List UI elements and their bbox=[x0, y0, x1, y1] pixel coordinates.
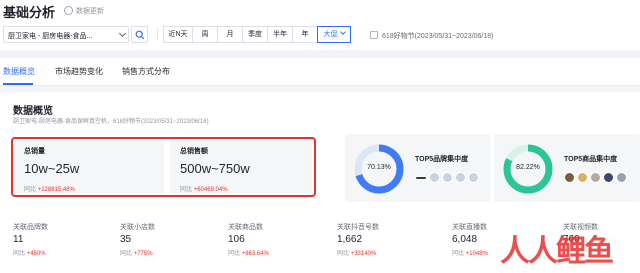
info-icon[interactable] bbox=[64, 6, 73, 15]
yoy-value: +128815.48% bbox=[37, 187, 75, 193]
brand-logo[interactable] bbox=[415, 176, 427, 180]
yoy-label: 同比 bbox=[13, 251, 26, 257]
metric-label: 关联品牌数 bbox=[13, 224, 48, 231]
yoy-label: 同比 bbox=[337, 251, 350, 257]
sales-amount-value: 500w~750w bbox=[180, 161, 250, 176]
metric-shop-count: 关联小店数 35 同比 +775% bbox=[120, 222, 226, 257]
yoy-label: 同比 bbox=[180, 187, 193, 193]
yoy-value: +33140% bbox=[350, 251, 377, 257]
yoy-value: +60469.04% bbox=[193, 187, 228, 193]
range-year[interactable]: 年 bbox=[292, 26, 318, 43]
brand-concentration-card: 70.13% TOP5品牌集中度 bbox=[345, 134, 491, 202]
tab-data-overview[interactable]: 数据概览 bbox=[3, 66, 35, 77]
sales-volume-yoy: 同比 +128815.48% bbox=[24, 184, 75, 193]
promo-checkbox[interactable] bbox=[370, 31, 378, 39]
range-recent-days[interactable]: 近N天 bbox=[163, 26, 193, 43]
sales-volume-card: 总销量 10w~25w 同比 +128815.48% bbox=[14, 140, 164, 194]
metric-value: 11 bbox=[13, 234, 24, 245]
category-select[interactable]: 厨卫家电 - 厨房电器-食品... bbox=[3, 26, 129, 43]
product-concentration-card: 82.22% TOP5商品集中度 bbox=[494, 134, 640, 202]
sales-amount-card: 总销售额 500w~750w 同比 +60469.04% bbox=[170, 140, 312, 194]
yoy-label: 同比 bbox=[452, 251, 465, 257]
tab-active-indicator bbox=[3, 83, 33, 85]
metric-value: 35 bbox=[120, 234, 132, 245]
yoy-value: +1048% bbox=[465, 251, 488, 257]
section-title: 数据概览 bbox=[13, 106, 53, 117]
range-week[interactable]: 周 bbox=[192, 26, 218, 43]
product-concentration-percent: 82.22% bbox=[516, 164, 540, 171]
promo-label[interactable]: 618好物节(2023/05/31~2023/06/18) bbox=[382, 31, 494, 41]
watermark-logo: 人人鲤鱼 bbox=[500, 234, 614, 269]
brand-logo-row bbox=[415, 172, 481, 183]
yoy-label: 同比 bbox=[120, 251, 133, 257]
brand-logo[interactable] bbox=[468, 172, 479, 183]
search-button[interactable] bbox=[131, 26, 148, 43]
range-promotion-label: 大促 bbox=[323, 31, 338, 38]
brand-concentration-percent: 70.13% bbox=[367, 164, 391, 171]
yoy-value: +775% bbox=[133, 251, 153, 257]
tab-market-trend[interactable]: 市场趋势变化 bbox=[55, 66, 103, 77]
range-promotion[interactable]: 大促 bbox=[317, 26, 351, 43]
tab-bar: 数据概览 市场趋势变化 销售方式分布 bbox=[0, 58, 640, 86]
metric-value: 1,662 bbox=[337, 234, 363, 245]
sales-amount-label: 总销售额 bbox=[180, 148, 208, 155]
sales-volume-label: 总销量 bbox=[24, 148, 45, 155]
product-thumbnail[interactable] bbox=[616, 172, 627, 183]
brand-logo[interactable] bbox=[429, 172, 440, 183]
date-range-group: 近N天 周 月 季度 半年 年 大促 bbox=[163, 26, 351, 43]
metric-value: 106 bbox=[228, 234, 245, 245]
product-thumbnail[interactable] bbox=[603, 172, 614, 183]
metric-product-count: 关联商品数 106 同比 +863.64% bbox=[228, 222, 334, 257]
metric-yoy: 同比 +450% bbox=[13, 248, 119, 257]
brand-logo[interactable] bbox=[455, 172, 466, 183]
chevron-down-icon bbox=[339, 29, 346, 35]
range-quarter[interactable]: 季度 bbox=[242, 26, 268, 43]
product-thumbnail[interactable] bbox=[577, 172, 588, 183]
metric-yoy: 同比 +33140% bbox=[337, 248, 443, 257]
tab-sales-method[interactable]: 销售方式分布 bbox=[122, 66, 170, 77]
metric-douyin-count: 关联抖音号数 1,662 同比 +33140% bbox=[337, 222, 443, 257]
metric-label: 关联小店数 bbox=[120, 224, 155, 231]
search-icon bbox=[135, 30, 145, 40]
update-label[interactable]: 数据更新 bbox=[76, 6, 104, 16]
sales-volume-value: 10w~25w bbox=[24, 161, 80, 176]
range-month[interactable]: 月 bbox=[217, 26, 243, 43]
filter-bar: 厨卫家电 - 厨房电器-食品... 近N天 周 月 季度 半年 年 大促 618… bbox=[0, 22, 640, 50]
product-thumbnail[interactable] bbox=[564, 172, 575, 183]
brand-concentration-title: TOP5品牌集中度 bbox=[415, 156, 469, 163]
divider bbox=[157, 28, 158, 41]
yoy-label: 同比 bbox=[228, 251, 241, 257]
metric-label: 关联抖音号数 bbox=[337, 224, 379, 231]
brand-logo[interactable] bbox=[442, 172, 453, 183]
metric-yoy: 同比 +775% bbox=[120, 248, 226, 257]
yoy-label: 同比 bbox=[24, 187, 37, 193]
product-concentration-title: TOP5商品集中度 bbox=[564, 156, 618, 163]
product-thumbnail[interactable] bbox=[590, 172, 601, 183]
metric-brand-count: 关联品牌数 11 同比 +450% bbox=[13, 222, 119, 257]
section-subtitle: 厨卫家电-厨房电器-食品保鲜真空机，618好物节(2023/05/31~2023… bbox=[13, 119, 209, 125]
metric-label: 关联商品数 bbox=[228, 224, 263, 231]
yoy-value: +863.64% bbox=[241, 251, 269, 257]
page-title: 基础分析 bbox=[3, 5, 56, 20]
top-bar: 基础分析 数据更新 bbox=[0, 0, 640, 22]
metric-yoy: 同比 +863.64% bbox=[228, 248, 334, 257]
range-half-year[interactable]: 半年 bbox=[267, 26, 293, 43]
yoy-value: +450% bbox=[26, 251, 46, 257]
sales-amount-yoy: 同比 +60469.04% bbox=[180, 184, 228, 193]
product-thumb-row bbox=[564, 172, 629, 183]
